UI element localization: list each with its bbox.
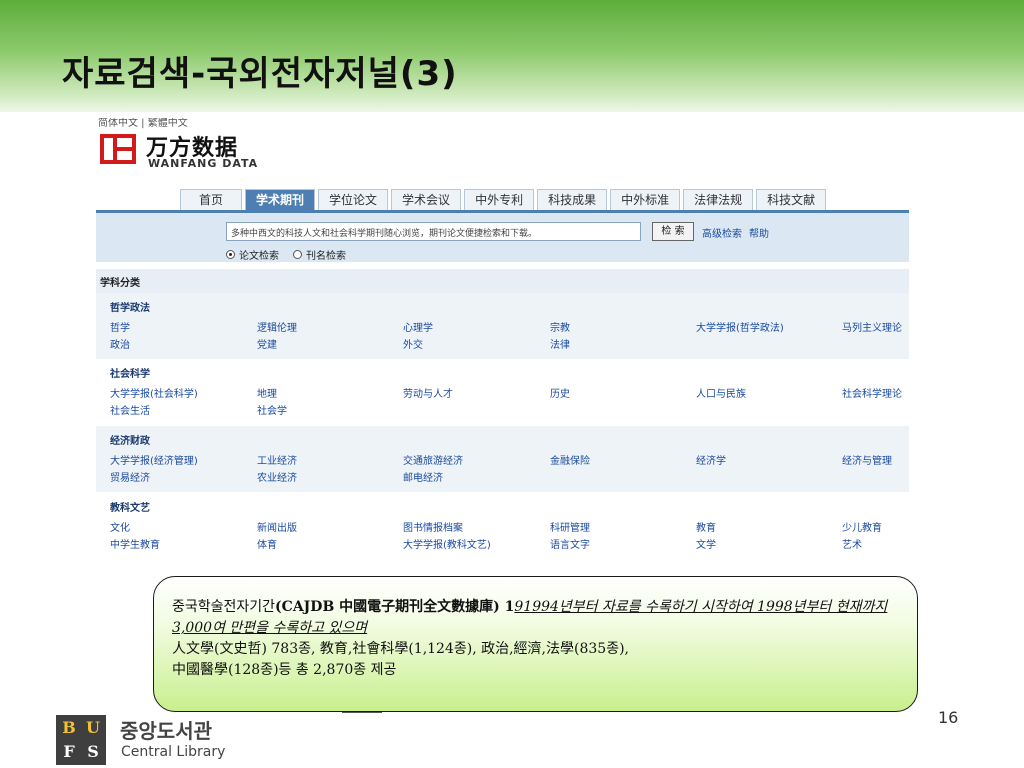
subject-link[interactable]: 艺术	[842, 536, 862, 551]
logo-letter: F	[63, 742, 75, 761]
logo-letter: B	[62, 718, 76, 737]
subject-link[interactable]: 工业经济	[257, 452, 297, 467]
library-name-en: Central Library	[121, 744, 226, 760]
subject-link[interactable]: 贸易经济	[110, 469, 150, 484]
subject-link[interactable]: 农业经济	[257, 469, 297, 484]
subject-link[interactable]: 社会科学理论	[842, 385, 902, 400]
nav-tabs: 首页 学术期刊 学位论文 学术会议 中外专利 科技成果 中外标准 法律法规 科技…	[180, 189, 827, 210]
tab-conferences[interactable]: 学术会议	[391, 189, 462, 210]
subject-link[interactable]: 劳动与人才	[403, 385, 453, 400]
wanfang-screenshot: 简体中文 | 繁體中文 万方数据 WANFANG DATA 首页 学术期刊 学位…	[96, 118, 909, 552]
logo-letter: U	[86, 718, 100, 737]
subject-category: 教科文艺文化 新闻出版 图书情报档案 科研管理 教育 少儿教育中学生教育 体育 大学学报(教科…	[96, 493, 909, 552]
subject-link[interactable]: 社会学	[257, 402, 287, 417]
subject-link[interactable]: 交通旅游经济	[403, 452, 463, 467]
subject-link[interactable]: 经济学	[696, 452, 726, 467]
subject-link[interactable]: 法律	[550, 336, 570, 351]
subject-link[interactable]: 逻辑伦理	[257, 319, 297, 334]
subject-link[interactable]: 大学学报(社会科学)	[110, 385, 198, 400]
tab-journals[interactable]: 学术期刊	[245, 189, 316, 210]
library-name-kr: 중앙도서관	[120, 719, 212, 743]
category-title: 经济财政	[110, 436, 150, 447]
subject-link[interactable]: 中学生教育	[110, 536, 160, 551]
subject-link[interactable]: 历史	[550, 385, 570, 400]
subject-link[interactable]: 哲学	[110, 319, 130, 334]
callout-box: 중국학술전자기간(CAJDB 中國電子期刊全文數據庫) 191994년부터 자료…	[153, 576, 918, 712]
subject-link[interactable]: 经济与管理	[842, 452, 892, 467]
search-button[interactable]: 检 索	[652, 222, 694, 241]
callout-db-name: 중국학술전자기간	[172, 599, 276, 615]
subject-link[interactable]: 少儿教育	[842, 519, 882, 534]
search-area: 多种中西文的科技人文和社会科学期刊随心浏览，期刊论文便捷检索和下载。 检 索 高…	[96, 210, 909, 262]
tab-laws[interactable]: 法律法规	[683, 189, 754, 210]
slide-title: 자료검색-국외전자저널(3)	[62, 54, 458, 94]
tab-theses[interactable]: 学位论文	[318, 189, 389, 210]
subject-link[interactable]: 大学学报(经济管理)	[110, 452, 198, 467]
language-links[interactable]: 简体中文 | 繁體中文	[98, 118, 188, 129]
callout-holdings-2: 中國醫學(128종)등 총 2,870종 제공	[172, 662, 397, 678]
subject-link[interactable]: 文化	[110, 519, 130, 534]
callout-text: 중국학술전자기간(CAJDB 中國電子期刊全文數據庫) 191994년부터 자료…	[172, 597, 912, 681]
tab-patents[interactable]: 中外专利	[464, 189, 535, 210]
subject-category: 社会科学大学学报(社会科学) 地理 劳动与人才 历史 人口与民族 社会科学理论社会生活 社会…	[96, 359, 909, 425]
wanfang-logo-icon	[100, 134, 136, 164]
page-number: 16	[938, 708, 959, 727]
subject-link[interactable]: 体育	[257, 536, 277, 551]
tab-achievements[interactable]: 科技成果	[537, 189, 608, 210]
search-mode-radios: 论文检索 刊名检索	[226, 247, 346, 262]
subject-link[interactable]: 宗教	[550, 319, 570, 334]
subject-link[interactable]: 党建	[257, 336, 277, 351]
radio-label-article: 论文检索	[239, 251, 279, 262]
radio-title-search[interactable]	[293, 250, 302, 259]
tab-literature[interactable]: 科技文献	[756, 189, 827, 210]
subject-link[interactable]: 社会生活	[110, 402, 150, 417]
subject-category: 哲学政法哲学 逻辑伦理 心理学 宗教 大学学报(哲学政法) 马列主义理论政治 党建 外交 法律	[96, 293, 909, 359]
help-link[interactable]: 帮助	[749, 225, 769, 240]
subject-link[interactable]: 政治	[110, 336, 130, 351]
search-input[interactable]: 多种中西文的科技人文和社会科学期刊随心浏览，期刊论文便捷检索和下载。	[226, 222, 641, 241]
subject-link[interactable]: 语言文字	[550, 536, 590, 551]
tab-home[interactable]: 首页	[180, 189, 243, 210]
radio-article-search[interactable]	[226, 250, 235, 259]
bufs-logo-icon: B U F S	[56, 715, 106, 765]
logo-letter: S	[87, 742, 99, 761]
subject-link[interactable]: 大学学报(教科文艺)	[403, 536, 491, 551]
subject-link[interactable]: 心理学	[403, 319, 433, 334]
subject-link[interactable]: 文学	[696, 536, 716, 551]
radio-label-title: 刊名检索	[306, 251, 346, 262]
subject-link[interactable]: 图书情报档案	[403, 519, 463, 534]
subject-link[interactable]: 外交	[403, 336, 423, 351]
subject-link[interactable]: 新闻出版	[257, 519, 297, 534]
subject-header: 学科分类	[96, 269, 909, 293]
logo-text-en: WANFANG DATA	[148, 157, 259, 170]
category-title: 社会科学	[110, 369, 150, 380]
subject-link[interactable]: 科研管理	[550, 519, 590, 534]
subject-link[interactable]: 金融保险	[550, 452, 590, 467]
category-title: 教科文艺	[110, 503, 150, 514]
tab-standards[interactable]: 中外标准	[610, 189, 681, 210]
subject-category: 经济财政大学学报(经济管理) 工业经济 交通旅游经济 金融保险 经济学 经济与管理贸易经济…	[96, 426, 909, 492]
subject-link[interactable]: 马列主义理论	[842, 319, 902, 334]
callout-db-title: (CAJDB 中國電子期刊全文數據庫) 1	[275, 599, 515, 615]
subject-link[interactable]: 教育	[696, 519, 716, 534]
divider-line	[342, 712, 382, 713]
callout-holdings-1: 人文學(文史哲) 783종, 教育,社會科學(1,124종), 政治,經濟,法學…	[172, 641, 629, 657]
subject-link[interactable]: 地理	[257, 385, 277, 400]
slide-header: 자료검색-국외전자저널(3)	[0, 0, 1024, 112]
subject-link[interactable]: 邮电经济	[403, 469, 443, 484]
subject-link[interactable]: 人口与民族	[696, 385, 746, 400]
category-title: 哲学政法	[110, 303, 150, 314]
advanced-search-link[interactable]: 高级检索	[702, 225, 742, 240]
subject-link[interactable]: 大学学报(哲学政法)	[696, 319, 784, 334]
